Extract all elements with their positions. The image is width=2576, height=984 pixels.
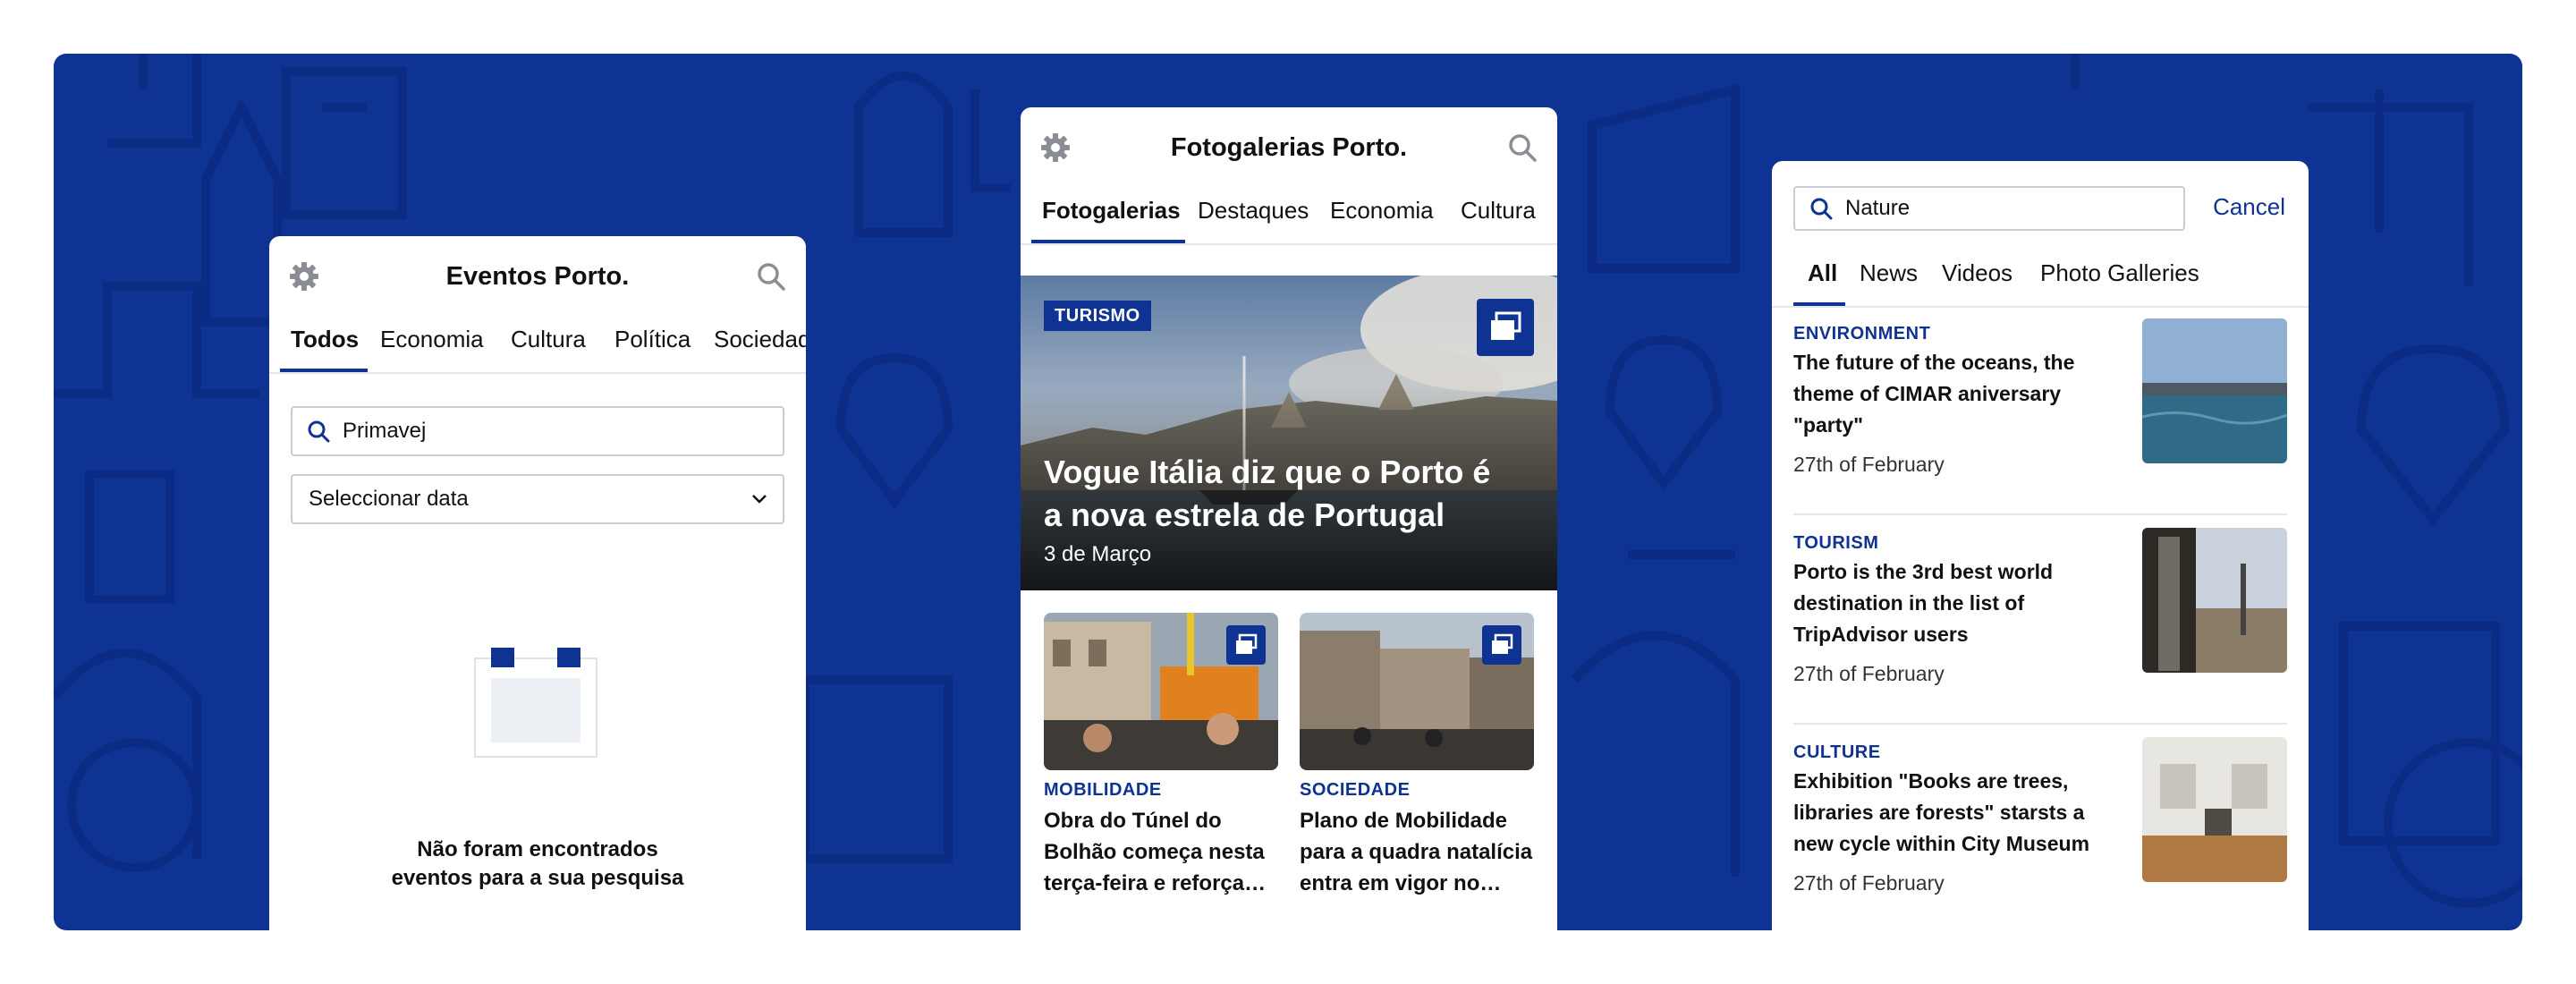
- search-icon: [308, 420, 330, 443]
- tab-cultura[interactable]: Cultura: [1461, 188, 1536, 242]
- gallery-icon[interactable]: [1477, 299, 1534, 356]
- tab-destaques[interactable]: Destaques: [1198, 188, 1309, 242]
- result-category: TOURISM: [1793, 533, 1879, 553]
- search-tabs: All News Videos Photo Galleries: [1772, 250, 2309, 308]
- events-card: Eventos Porto. Todos Economia Cultura Po…: [269, 236, 806, 930]
- gallery-icon[interactable]: [1226, 625, 1266, 665]
- tab-videos[interactable]: Videos: [1942, 250, 2012, 304]
- empty-state-message: Não foram encontrados eventos para a sua…: [269, 836, 806, 893]
- search-icon: [1810, 198, 1833, 220]
- result-thumbnail: [2142, 737, 2287, 882]
- search-input-value: Nature: [1845, 196, 1911, 220]
- brand-banner: Eventos Porto. Todos Economia Cultura Po…: [54, 54, 2522, 930]
- search-input-value: Primavej: [343, 419, 427, 443]
- events-topbar: Eventos Porto.: [269, 236, 806, 317]
- empty-message-line: eventos para a sua pesquisa: [391, 866, 684, 890]
- hero-date: 3 de Março: [1044, 542, 1152, 566]
- date-select-value: Seleccionar data: [309, 487, 469, 511]
- article-title[interactable]: Obra do Túnel do Bolhão começa nesta ter…: [1044, 805, 1284, 899]
- gallery-topbar: Fotogalerias Porto.: [1021, 107, 1557, 188]
- search-input[interactable]: Primavej: [291, 406, 784, 456]
- search-icon[interactable]: [756, 261, 786, 292]
- result-thumbnail: [2142, 318, 2287, 463]
- tab-politica[interactable]: Política: [614, 317, 691, 370]
- result-date: 27th of February: [1793, 871, 1945, 895]
- tab-all[interactable]: All: [1808, 250, 1837, 304]
- article-title[interactable]: Plano de Mobilidade para a quadra natalí…: [1300, 805, 1539, 899]
- gallery-card: Fotogalerias Porto. Fotogalerias Destaqu…: [1021, 107, 1557, 930]
- events-tabs: Todos Economia Cultura Política Sociedad…: [269, 317, 806, 374]
- search-icon[interactable]: [1507, 132, 1538, 163]
- hero-title: Vogue Itália diz que o Porto é a nova es…: [1044, 454, 1491, 533]
- result-title: Exhibition "Books are trees, libraries a…: [1793, 769, 2090, 855]
- calendar-icon: [474, 648, 597, 758]
- tab-todos[interactable]: Todos: [291, 317, 359, 370]
- article-thumbnail[interactable]: [1044, 613, 1278, 770]
- tab-news[interactable]: News: [1860, 250, 1918, 304]
- active-tab-indicator: [280, 369, 368, 372]
- active-tab-indicator: [1031, 240, 1185, 243]
- category-badge: TURISMO: [1044, 301, 1151, 331]
- tab-photo-galleries[interactable]: Photo Galleries: [2040, 250, 2199, 304]
- result-category: CULTURE: [1793, 742, 1881, 762]
- search-result[interactable]: CULTURE Exhibition "Books are trees, lib…: [1793, 726, 2287, 930]
- chevron-down-icon: [752, 495, 767, 504]
- result-date: 27th of February: [1793, 453, 1945, 476]
- gallery-tabs: Fotogalerias Destaques Economia Cultura: [1021, 188, 1557, 245]
- search-card: Nature Cancel All News Videos Photo Gall…: [1772, 161, 2309, 930]
- result-thumbnail: [2142, 528, 2287, 673]
- article-category: SOCIEDADE: [1300, 780, 1411, 800]
- gallery-icon[interactable]: [1482, 625, 1521, 665]
- tab-economia[interactable]: Economia: [1330, 188, 1434, 242]
- tab-economia[interactable]: Economia: [380, 317, 484, 370]
- hero-article[interactable]: TURISMO Vogue Itália diz que o Porto é a…: [1021, 276, 1557, 590]
- result-title: Porto is the 3rd best world destination …: [1793, 560, 2054, 646]
- divider: [1793, 513, 2287, 515]
- tab-cultura[interactable]: Cultura: [511, 317, 586, 370]
- tab-fotogalerias[interactable]: Fotogalerias: [1042, 188, 1181, 242]
- page-title: Eventos Porto.: [445, 262, 630, 291]
- empty-message-line: Não foram encontrados: [417, 837, 658, 861]
- search-input[interactable]: Nature: [1793, 186, 2185, 231]
- article-category: MOBILIDADE: [1044, 780, 1162, 800]
- search-result[interactable]: ENVIRONMENT The future of the oceans, th…: [1793, 308, 2287, 515]
- cancel-button[interactable]: Cancel: [2213, 193, 2285, 221]
- search-result[interactable]: TOURISM Porto is the 3rd best world dest…: [1793, 517, 2287, 725]
- result-category: ENVIRONMENT: [1793, 324, 1931, 344]
- date-select[interactable]: Seleccionar data: [291, 474, 784, 524]
- article-thumbnail[interactable]: [1300, 613, 1534, 770]
- divider: [1793, 723, 2287, 725]
- tab-sociedade[interactable]: Sociedade: [714, 317, 806, 370]
- result-date: 27th of February: [1793, 662, 1945, 685]
- result-title: The future of the oceans, the theme of C…: [1793, 351, 2075, 437]
- page-title: Fotogalerias Porto.: [1170, 133, 1408, 162]
